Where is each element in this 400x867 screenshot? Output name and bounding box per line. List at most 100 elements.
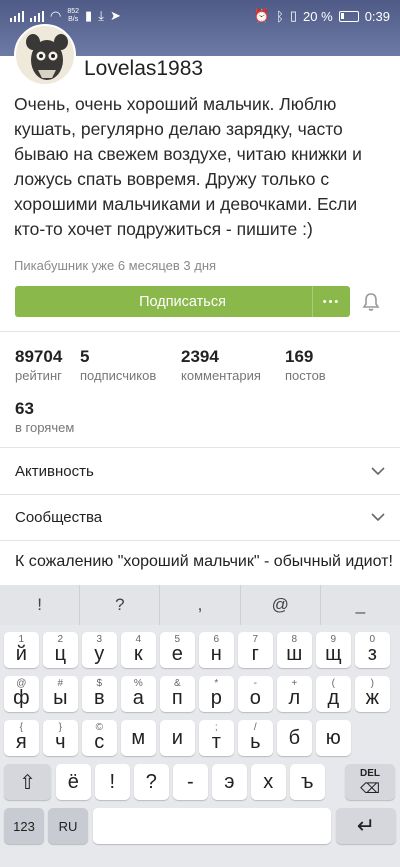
key-hint: - [253,678,257,689]
notification-icon: ▮ [85,8,93,23]
divider [0,331,400,332]
stat-value: 63 [15,399,34,418]
key-щ[interactable]: 9щ [316,632,351,668]
key-char: л [288,686,301,709]
suggestion-item[interactable]: _ [321,585,400,625]
key-н[interactable]: 6н [199,632,234,668]
key-hint: % [133,678,143,689]
key-char: к [133,642,143,665]
key-char: RU [58,818,78,834]
key-э[interactable]: э [212,764,247,800]
key-к[interactable]: 4к [121,632,156,668]
key-ё[interactable]: ё [56,764,91,800]
stat-subscribers[interactable]: 5 подписчиков [80,347,156,383]
delete-key[interactable]: DEL ⌫ [345,764,395,800]
key-я[interactable]: {я [4,720,39,756]
key-с[interactable]: © с [82,720,117,756]
key-char: э [224,770,235,793]
key-ь[interactable]: / ь [238,720,273,756]
key-ф[interactable]: @ ф [4,676,39,712]
key-char: г [251,642,259,665]
avatar[interactable] [14,24,76,86]
key-hint: # [57,678,64,689]
profile-bio: Очень, очень хороший мальчик. Люблю куша… [14,94,362,239]
space-key[interactable] [93,808,331,844]
wifi-icon: ◠ [50,8,62,23]
key-char: 123 [13,818,35,834]
key-hint: 8 [291,634,298,645]
key-й[interactable]: 1й [4,632,39,668]
suggestion-bar: ! ? , @ _ [0,585,400,625]
key-hint: 4 [135,634,142,645]
signal-icon [30,10,44,22]
key-т[interactable]: ; т [199,720,234,756]
key-ч[interactable]: } ч [43,720,78,756]
key-char: щ [325,642,342,665]
key-hint: / [253,722,257,733]
key-char: в [93,686,105,709]
suggestion-item[interactable]: @ [241,585,321,625]
bluetooth-icon: ᛒ [276,8,284,24]
key-char: х [263,770,274,793]
section-communities[interactable]: Сообщества [0,494,400,540]
key-а[interactable]: % а [121,676,156,712]
key-в[interactable]: $ в [82,676,117,712]
profile-username: Lovelas1983 [84,57,204,80]
key-е[interactable]: 5е [160,632,195,668]
key-char: п [171,686,183,709]
suggestion-item[interactable]: , [160,585,241,625]
stat-label: постов [285,368,326,383]
key-о[interactable]: -о [238,676,273,712]
suggestion-item[interactable]: ! [0,585,81,625]
key-ю[interactable]: ю [316,720,351,756]
enter-key[interactable]: ↵ [336,808,396,844]
shift-key[interactable]: ⇧ [4,764,51,800]
stat-value: 2394 [181,347,219,366]
key-hint: ; [214,722,218,733]
vibrate-icon: ▯ [289,8,298,23]
section-activity[interactable]: Активность [0,448,400,494]
stat-posts[interactable]: 169 постов [285,347,326,383]
language-key[interactable]: RU [48,808,88,844]
key-ц[interactable]: 2ц [43,632,78,668]
key-hint: 7 [252,634,259,645]
stat-comments[interactable]: 2394 комментария [181,347,261,383]
key-hint: } [58,722,62,733]
key--[interactable]: - [173,764,208,800]
network-speed: 852 B/s [67,8,80,23]
key-и[interactable]: и [160,720,195,756]
stat-value: 89704 [15,347,63,366]
key-![interactable]: ! [95,764,130,800]
suggestion-item[interactable]: ? [80,585,161,625]
key-char: ! [109,770,116,793]
key-р[interactable]: * р [199,676,234,712]
key-char: д [327,686,340,709]
key-ы[interactable]: # ы [43,676,78,712]
key-ш[interactable]: 8ш [277,632,312,668]
key-hint: $ [96,678,103,689]
key-ъ[interactable]: ъ [290,764,325,800]
key-char: й [15,642,27,665]
key-д[interactable]: (д [316,676,351,712]
key-?[interactable]: ? [134,764,169,800]
key-у[interactable]: 3у [82,632,117,668]
more-options-button[interactable]: ••• [312,286,350,317]
bell-icon[interactable] [361,292,381,312]
member-since: Пикабушник уже 6 месяцев 3 дня [14,258,217,273]
key-char: ы [53,686,68,709]
key-з[interactable]: 0з [355,632,390,668]
key-л[interactable]: + л [277,676,312,712]
key-б[interactable]: б [277,720,312,756]
numbers-key[interactable]: 123 [4,808,44,844]
key-м[interactable]: м [121,720,156,756]
navigation-bar [0,857,400,867]
key-г[interactable]: 7г [238,632,273,668]
key-ж[interactable]: ) ж [355,676,390,712]
key-х[interactable]: х [251,764,286,800]
key-п[interactable]: & п [160,676,195,712]
subscribe-button[interactable]: Подписаться [15,286,350,317]
stat-hot[interactable]: 63 в горячем [15,399,74,435]
stat-label: рейтинг [15,368,62,383]
comment-input[interactable]: К сожалению "хороший мальчик" - обычный … [0,540,400,584]
key-char: ё [67,770,79,793]
